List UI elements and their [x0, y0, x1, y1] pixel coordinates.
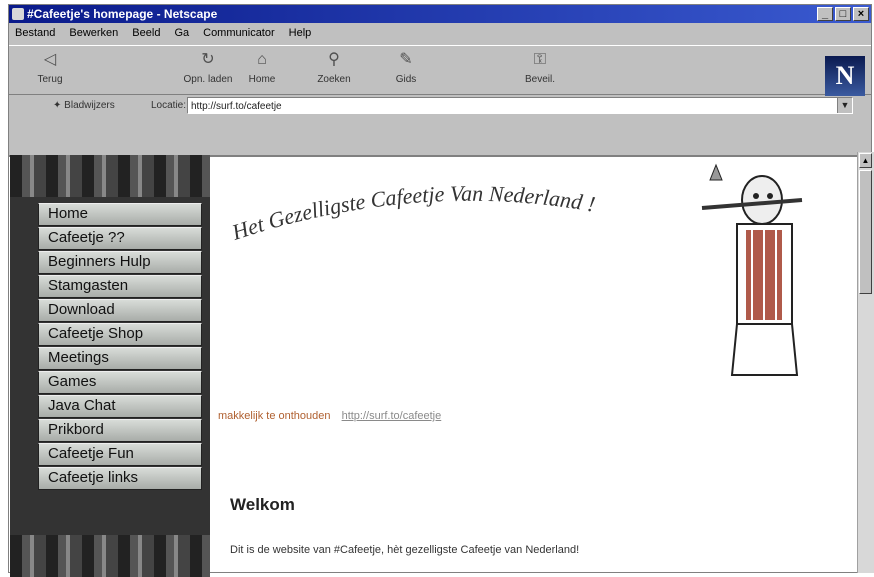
home-icon: ⌂	[257, 51, 267, 68]
menu-bestand[interactable]: Bestand	[15, 24, 55, 42]
reload-label: Opn. laden	[183, 74, 233, 85]
nav-item-games[interactable]: Games	[38, 371, 202, 394]
sidebar-nav: Home Cafeetje ?? Beginners Hulp Stamgast…	[10, 155, 210, 577]
chevron-down-icon[interactable]: ▼	[837, 98, 852, 113]
menu-communicator[interactable]: Communicator	[203, 24, 275, 42]
location-toolbar: ✦ Bladwijzers Locatie: http://surf.to/ca…	[9, 95, 871, 119]
guide-button[interactable]: ✎ Gids	[375, 50, 437, 85]
back-button[interactable]: ◁ Terug	[19, 50, 81, 85]
nav-item-stamgasten[interactable]: Stamgasten	[38, 275, 202, 298]
tagline-text: makkelijk te onthouden	[218, 410, 331, 422]
security-button[interactable]: ⚿ Beveil.	[509, 50, 571, 85]
home-button[interactable]: ⌂ Home	[231, 50, 293, 85]
menu-help[interactable]: Help	[289, 24, 312, 42]
vertical-scrollbar[interactable]: ▲	[857, 152, 874, 573]
search-label: Zoeken	[317, 74, 351, 85]
headline-text: Het Gezelligste Cafeetje Van Nederland !	[230, 181, 597, 245]
security-label: Beveil.	[524, 74, 555, 85]
welcome-heading: Welkom	[230, 495, 295, 514]
sidebar-footer-decoration	[10, 535, 210, 577]
nav-item-cafeetje-links[interactable]: Cafeetje links	[38, 467, 202, 490]
netscape-logo[interactable]: N	[825, 56, 865, 96]
maximize-button[interactable]: □	[835, 7, 851, 21]
url-field[interactable]: http://surf.to/cafeetje ▼	[187, 97, 853, 114]
title-bar[interactable]: #Cafeetje's homepage - Netscape _ □ ×	[9, 5, 871, 23]
guide-label: Gids	[395, 74, 417, 85]
close-button[interactable]: ×	[853, 7, 869, 21]
menu-bewerken[interactable]: Bewerken	[69, 24, 118, 42]
home-label: Home	[248, 74, 276, 85]
window-title: #Cafeetje's homepage - Netscape	[27, 7, 218, 21]
nav-item-beginners-hulp[interactable]: Beginners Hulp	[38, 251, 202, 274]
bookmarks-label: Bladwijzers	[64, 100, 115, 111]
waiter-mascot-image	[701, 163, 803, 376]
nav-item-download[interactable]: Download	[38, 299, 202, 322]
search-icon: ⚲	[328, 51, 340, 68]
search-button[interactable]: ⚲ Zoeken	[303, 50, 365, 85]
nav-item-cafeetje-shop[interactable]: Cafeetje Shop	[38, 323, 202, 346]
reload-icon: ↻	[201, 51, 215, 68]
svg-text:Het Gezelligste Cafeetje Van N: Het Gezelligste Cafeetje Van Nederland !	[230, 181, 597, 245]
scroll-up-icon[interactable]: ▲	[859, 153, 872, 168]
netscape-app-icon	[12, 8, 24, 20]
sidebar-header-decoration	[10, 155, 210, 197]
scrollbar-thumb[interactable]	[859, 170, 872, 294]
url-text: http://surf.to/cafeetje	[191, 101, 282, 112]
security-icon: ⚿	[533, 51, 547, 68]
url-link[interactable]: http://surf.to/cafeetje	[342, 410, 442, 422]
bookmarks-button[interactable]: ✦ Bladwijzers	[53, 100, 115, 111]
menu-ga[interactable]: Ga	[174, 24, 189, 42]
menu-bar: Bestand Bewerken Beeld Ga Communicator H…	[9, 24, 871, 42]
nav-item-cafeetje-fun[interactable]: Cafeetje Fun	[38, 443, 202, 466]
guide-icon: ✎	[399, 51, 413, 68]
nav-item-java-chat[interactable]: Java Chat	[38, 395, 202, 418]
nav-list: Home Cafeetje ?? Beginners Hulp Stamgast…	[38, 203, 202, 491]
site-headline: Het Gezelligste Cafeetje Van Nederland !	[230, 181, 597, 245]
bookmark-icon: ✦	[53, 100, 65, 111]
back-arrow-icon: ◁	[43, 51, 57, 68]
tagline: makkelijk te onthouden http://surf.to/ca…	[218, 410, 441, 422]
location-label: Locatie:	[151, 100, 187, 111]
nav-item-prikbord[interactable]: Prikbord	[38, 419, 202, 442]
main-content: Het Gezelligste Cafeetje Van Nederland !…	[212, 152, 848, 573]
nav-item-cafeetje[interactable]: Cafeetje ??	[38, 227, 202, 250]
menu-beeld[interactable]: Beeld	[132, 24, 160, 42]
back-label: Terug	[37, 74, 63, 85]
reload-button[interactable]: ↻ Opn. laden	[177, 50, 239, 85]
intro-text: Dit is de website van #Cafeetje, hèt gez…	[230, 544, 580, 556]
navigation-toolbar: ◁ Terug ↻ Opn. laden ⌂ Home ⚲ Zoeken ✎ G…	[9, 45, 871, 96]
minimize-button[interactable]: _	[817, 7, 833, 21]
window-controls: _ □ ×	[817, 7, 869, 21]
nav-item-home[interactable]: Home	[38, 203, 202, 226]
nav-item-meetings[interactable]: Meetings	[38, 347, 202, 370]
